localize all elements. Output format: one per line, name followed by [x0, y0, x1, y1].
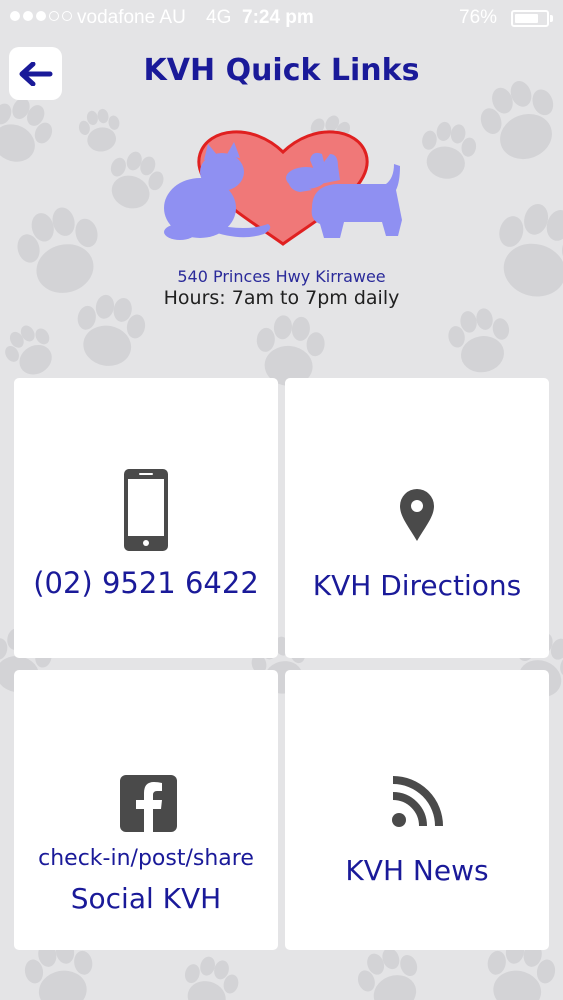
battery-tip: [550, 15, 553, 22]
smartphone-icon: [124, 469, 168, 551]
carrier-name: vodafone AU: [77, 7, 186, 28]
status-time: 7:24 pm: [242, 7, 314, 28]
clinic-hours: Hours: 7am to 7pm daily: [163, 287, 400, 309]
directions-tile[interactable]: KVH Directions: [285, 378, 549, 658]
signal-dot: [10, 11, 20, 21]
facebook-icon: [120, 775, 177, 832]
clinic-address: 540 Princes Hwy Kirrawee: [177, 267, 386, 286]
status-bar: vodafone AU 4G 7:24 pm 76%: [0, 0, 563, 36]
phone-number-label: (02) 9521 6422: [33, 566, 259, 600]
news-tile[interactable]: KVH News: [285, 670, 549, 950]
signal-dot: [49, 11, 59, 21]
social-tile[interactable]: check-in/post/share Social KVH: [14, 670, 278, 950]
social-label: Social KVH: [70, 882, 222, 915]
battery-percent: 76%: [459, 7, 498, 28]
clinic-logo: [164, 130, 402, 246]
battery-icon: [511, 10, 549, 27]
signal-dot: [23, 11, 33, 21]
map-pin-icon: [400, 489, 434, 541]
news-label: KVH News: [345, 854, 489, 887]
signal-strength-icon: [10, 11, 72, 21]
rss-icon: [392, 776, 443, 827]
directions-label: KVH Directions: [312, 569, 522, 602]
signal-dot: [36, 11, 46, 21]
network-type: 4G: [206, 7, 232, 28]
call-clinic-tile[interactable]: (02) 9521 6422: [14, 378, 278, 658]
signal-dot: [62, 11, 72, 21]
page-title: KVH Quick Links: [143, 53, 420, 88]
battery-fill: [515, 14, 538, 23]
social-sublabel: check-in/post/share: [38, 846, 254, 871]
